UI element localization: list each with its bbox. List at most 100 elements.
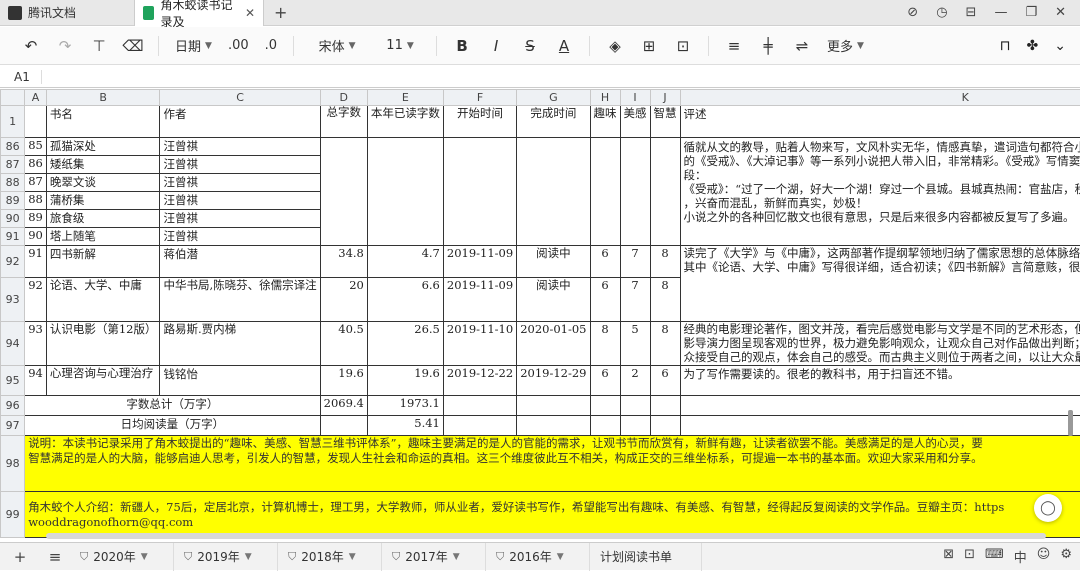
pin-icon[interactable]: ⊟ (966, 5, 977, 20)
column-header[interactable]: B (46, 90, 160, 106)
cell-title[interactable]: 矮纸集 (46, 156, 160, 174)
empty-cell[interactable] (680, 396, 1080, 416)
cell-beauty[interactable] (620, 138, 650, 246)
cell-author[interactable]: 汪曾祺 (160, 210, 320, 228)
column-header[interactable]: H (590, 90, 620, 106)
row-header[interactable]: 98 (1, 436, 25, 492)
new-tab-button[interactable]: + (264, 3, 297, 22)
row-header[interactable]: 91 (1, 228, 25, 246)
cell-start[interactable]: 2019-11-10 (443, 322, 516, 366)
cell-fun[interactable]: 6 (590, 366, 620, 396)
cell-start[interactable] (443, 138, 516, 246)
cell-finish[interactable]: 2019-12-29 (517, 366, 590, 396)
font-family-select[interactable]: 宋体▼ (302, 27, 372, 65)
cell-total-words[interactable]: 20 (320, 278, 367, 322)
cell-author[interactable]: 蒋伯潜 (160, 246, 320, 278)
emoji-icon[interactable]: ☺ (1037, 547, 1051, 566)
fill-color-icon[interactable]: ◈ (598, 27, 632, 65)
add-sheet-icon[interactable]: + (0, 543, 40, 571)
bold-icon[interactable]: B (445, 27, 479, 65)
cell-wisdom[interactable]: 8 (650, 322, 680, 366)
redo-icon[interactable]: ↷ (48, 27, 82, 65)
column-header[interactable]: J (650, 90, 680, 106)
wrap-text-icon[interactable]: ⇌ (785, 27, 819, 65)
scroll-right-icon[interactable]: ⊡ (964, 547, 975, 566)
cell-review[interactable]: 循就从文的教导，贴着人物来写，文风朴实无华，情感真挚，遣词造句都符合小说的意境和… (680, 138, 1080, 246)
header-cell-wisdom[interactable]: 智慧 (650, 106, 680, 138)
cell-total-words[interactable]: 40.5 (320, 322, 367, 366)
cell-finish[interactable] (517, 138, 590, 246)
formula-input[interactable] (42, 66, 1080, 88)
cell-start[interactable]: 2019-11-09 (443, 246, 516, 278)
empty-cell[interactable] (443, 396, 516, 416)
cell-read-words[interactable]: 6.6 (367, 278, 443, 322)
cell-index[interactable]: 87 (25, 174, 47, 192)
cell-title[interactable]: 晚翠文谈 (46, 174, 160, 192)
column-header[interactable]: E (367, 90, 443, 106)
empty-cell[interactable] (650, 396, 680, 416)
notes-cell-author-intro[interactable]: 角木蛟个人介绍：新疆人，75后，定居北京，计算机博士，理工男，大学教师，师从业者… (25, 492, 1080, 538)
clear-format-icon[interactable]: ⌫ (116, 27, 150, 65)
row-header[interactable]: 100 (1, 538, 25, 539)
sheet-tab-2020[interactable]: ⛉ 2020年 ▼ (70, 543, 174, 571)
header-cell-start[interactable]: 开始时间 (443, 106, 516, 138)
cell-total-words[interactable] (320, 138, 367, 246)
cell-wisdom[interactable]: 8 (650, 246, 680, 278)
close-icon[interactable]: ✕ (245, 6, 255, 20)
vertical-scrollbar[interactable] (1068, 410, 1073, 436)
cell-wisdom[interactable]: 8 (650, 278, 680, 322)
cell-read-words[interactable] (367, 138, 443, 246)
row-header[interactable]: 89 (1, 192, 25, 210)
cell-author[interactable]: 汪曾祺 (160, 192, 320, 210)
sheet-tab-reading-plan[interactable]: 计划阅读书单 (590, 543, 702, 571)
cell-review[interactable]: 经典的电影理论著作，图文并茂，看完后感觉电影与文学是不同的艺术形态，但又有共通之… (680, 322, 1080, 366)
empty-cell[interactable] (620, 416, 650, 436)
cell-title[interactable]: 孤猫深处 (46, 138, 160, 156)
cell-index[interactable]: 93 (25, 322, 47, 366)
sheet-tab-2016[interactable]: ⛉ 2016年 ▼ (486, 543, 590, 571)
cell-review[interactable]: 读完了《大学》与《中庸》，这两部著作提纲挈领地归纳了儒家思想的总体脉络。 其中《… (680, 246, 1080, 322)
row-header[interactable]: 97 (1, 416, 25, 436)
empty-cell[interactable] (443, 416, 516, 436)
history-icon[interactable]: ◷ (936, 5, 947, 20)
borders-icon[interactable]: ⊞ (632, 27, 666, 65)
minimize-icon[interactable]: — (994, 5, 1007, 20)
cell-fun[interactable] (590, 138, 620, 246)
daily-read-label[interactable]: 日均阅读量（万字） (25, 416, 320, 436)
cell-total-words[interactable]: 2069.4 (320, 396, 367, 416)
cell-fun[interactable]: 6 (590, 246, 620, 278)
cell-author[interactable]: 汪曾祺 (160, 156, 320, 174)
collapse-toolbar-icon[interactable]: ⌄ (1054, 38, 1066, 54)
keyboard-icon[interactable]: ⌨ (985, 547, 1004, 566)
cell-fun[interactable]: 6 (590, 278, 620, 322)
notes-cell-explanation[interactable]: 说明：本读书记录采用了角木蛟提出的“趣味、美感、智慧三维书评体系”，趣味主要满足… (25, 436, 1080, 492)
panel-icon[interactable]: ⊓ (1000, 38, 1011, 54)
row-header[interactable]: 96 (1, 396, 25, 416)
cell-start[interactable]: 2019-11-09 (443, 278, 516, 322)
cell-index[interactable]: 90 (25, 228, 47, 246)
cell-read-words[interactable]: 1973.1 (367, 396, 443, 416)
more-button[interactable]: 更多▼ (819, 27, 872, 65)
cell-index[interactable]: 92 (25, 278, 47, 322)
row-header[interactable]: 92 (1, 246, 25, 278)
cell-index[interactable]: 88 (25, 192, 47, 210)
close-window-icon[interactable]: ✕ (1055, 5, 1066, 20)
cell-finish[interactable]: 阅读中 (517, 278, 590, 322)
empty-cell[interactable] (590, 416, 620, 436)
cell-reference[interactable]: A1 (0, 70, 42, 84)
sheet-tab-2019[interactable]: ⛉ 2019年 ▼ (174, 543, 278, 571)
tab-reading-log[interactable]: 角木蛟读书记录及 ✕ (134, 0, 264, 26)
cell-index[interactable]: 94 (25, 366, 47, 396)
cell-beauty[interactable]: 5 (620, 322, 650, 366)
cell-total-words[interactable]: 34.8 (320, 246, 367, 278)
column-header[interactable]: C (160, 90, 320, 106)
empty-cell[interactable] (620, 396, 650, 416)
column-header[interactable]: A (25, 90, 47, 106)
row-header[interactable]: 86 (1, 138, 25, 156)
header-cell-title[interactable]: 书名 (46, 106, 160, 138)
header-cell-review[interactable]: 评述 (680, 106, 1080, 138)
row-header[interactable]: 90 (1, 210, 25, 228)
row-header[interactable]: 95 (1, 366, 25, 396)
row-header[interactable]: 87 (1, 156, 25, 174)
select-all-corner[interactable] (1, 90, 25, 106)
